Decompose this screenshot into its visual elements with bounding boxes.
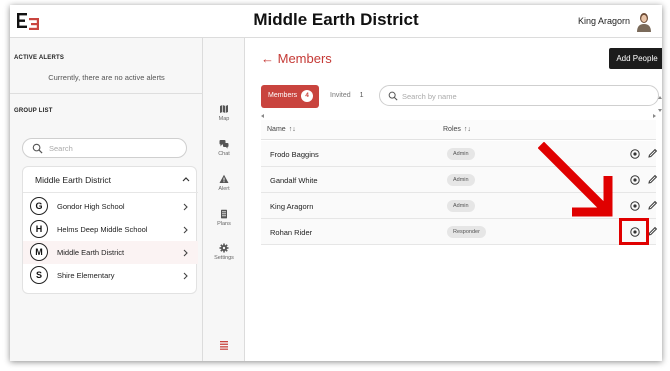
chevron-right-icon: [183, 226, 188, 234]
view-icon[interactable]: [630, 201, 640, 211]
members-count-badge: 4: [301, 90, 313, 102]
map-icon: [220, 105, 228, 113]
group-header[interactable]: Middle Earth District: [23, 167, 198, 193]
column-roles-header[interactable]: Roles ↑↓: [443, 126, 471, 133]
column-name-header[interactable]: Name ↑↓: [267, 126, 296, 133]
edit-icon[interactable]: [647, 148, 658, 159]
role-badge: Admin: [447, 148, 475, 160]
nav-label: Plans: [217, 221, 231, 227]
nav-label: Settings: [214, 255, 234, 261]
group-item-shire[interactable]: S Shire Elementary: [23, 264, 198, 287]
tab-members-label: Members: [268, 92, 298, 99]
chat-icon: [219, 140, 229, 149]
member-name: Frodo Baggins: [270, 150, 319, 159]
plans-icon: [221, 209, 227, 219]
role-badge: Admin: [447, 200, 475, 212]
group-item-gondor[interactable]: G Gondor High School: [23, 195, 198, 218]
role-badge: Responder: [447, 226, 486, 238]
member-name: King Aragorn: [270, 202, 314, 211]
nav-item-alert[interactable]: Alert: [203, 174, 245, 204]
group-item-label: Shire Elementary: [57, 271, 115, 280]
member-name: Gandalf White: [270, 176, 318, 185]
chevron-up-icon[interactable]: [182, 176, 190, 182]
tab-invited-label: Invited: [330, 92, 351, 99]
member-search-input[interactable]: [402, 90, 642, 102]
member-search[interactable]: [379, 85, 659, 106]
sort-icon[interactable]: ↑↓: [464, 126, 471, 133]
active-alerts-heading: ACTIVE ALERTS: [14, 55, 65, 61]
table-header: Name ↑↓ Roles ↑↓: [261, 120, 656, 140]
menu-icon[interactable]: [219, 340, 229, 350]
chevron-right-icon: [183, 203, 188, 211]
view-icon[interactable]: [630, 175, 640, 185]
group-list-heading: GROUP LIST: [14, 108, 53, 114]
nav-label: Alert: [218, 186, 230, 192]
nav-label: Map: [218, 116, 230, 122]
user-name[interactable]: King Aragorn: [578, 16, 630, 26]
group-name: Middle Earth District: [35, 175, 112, 185]
no-alerts-message: Currently, there are no active alerts: [48, 73, 165, 82]
left-panel: ACTIVE ALERTS Currently, there are no ac…: [10, 38, 203, 361]
members-title: Members: [277, 51, 332, 66]
member-name: Rohan Rider: [270, 228, 313, 237]
app-window: Middle Earth District King Aragorn ACTIV…: [10, 5, 662, 361]
role-badge: Admin: [447, 174, 475, 186]
view-icon[interactable]: [630, 149, 640, 159]
group-search-input[interactable]: [49, 142, 179, 155]
alert-icon: [219, 174, 229, 183]
group-item-middle-earth[interactable]: M Middle Earth District: [23, 241, 198, 264]
group-search[interactable]: [22, 138, 187, 158]
edit-icon[interactable]: [647, 174, 658, 185]
add-people-button[interactable]: Add People: [609, 48, 662, 69]
sort-icon[interactable]: ↑↓: [289, 126, 296, 133]
group-item-label: Helms Deep Middle School: [57, 225, 148, 234]
group-initial: G: [30, 197, 48, 215]
chevron-right-icon: [183, 272, 188, 280]
vertical-scrollbar[interactable]: [658, 96, 662, 112]
nav-item-settings[interactable]: Settings: [203, 243, 245, 273]
group-initial: S: [30, 266, 48, 284]
nav-item-plans[interactable]: Plans: [203, 209, 245, 239]
settings-icon: [219, 243, 229, 253]
annotation-arrow-icon: [538, 142, 613, 217]
divider: [10, 93, 203, 94]
nav-rail: Map Chat Alert Plans Settings: [203, 38, 245, 361]
horizontal-scrollbar[interactable]: [261, 113, 656, 119]
group-initial: H: [30, 220, 48, 238]
nav-item-map[interactable]: Map: [203, 104, 245, 134]
tab-invited[interactable]: Invited 1: [330, 92, 364, 99]
group-initial: M: [30, 243, 48, 261]
back-title[interactable]: ← Members: [261, 51, 332, 66]
group-card: Middle Earth District G Gondor High Scho…: [22, 166, 198, 294]
back-arrow-icon[interactable]: ←: [261, 51, 274, 66]
page-title: Middle Earth District: [253, 10, 419, 29]
invited-count: 1: [359, 92, 364, 99]
tab-members[interactable]: Members 4: [261, 85, 319, 108]
chevron-right-icon: [183, 249, 188, 257]
search-icon: [388, 91, 398, 101]
group-item-label: Gondor High School: [57, 202, 125, 211]
annotation-highlight-box: [619, 218, 649, 245]
nav-item-chat[interactable]: Chat: [203, 139, 245, 169]
search-icon: [32, 143, 43, 154]
group-item-helms-deep[interactable]: H Helms Deep Middle School: [23, 218, 198, 241]
top-header: Middle Earth District King Aragorn: [10, 5, 662, 38]
avatar[interactable]: [636, 12, 652, 32]
column-name-label: Name: [267, 126, 286, 133]
column-roles-label: Roles: [443, 126, 461, 133]
nav-label: Chat: [218, 151, 230, 157]
group-item-label: Middle Earth District: [57, 248, 125, 257]
edit-icon[interactable]: [647, 200, 658, 211]
